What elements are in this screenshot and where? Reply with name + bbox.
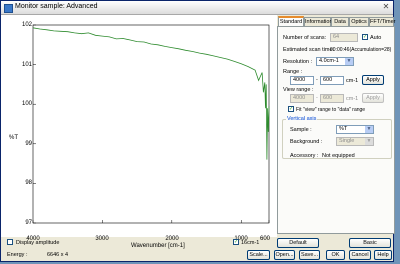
- sample-select[interactable]: %T ▼: [336, 125, 374, 134]
- display-amplitude-checkbox[interactable]: [7, 239, 13, 245]
- estimated-time-label: Estimated scan time:: [283, 47, 335, 53]
- y-axis-label: %T: [9, 135, 18, 141]
- sample-label: Sample :: [290, 127, 312, 133]
- plot-frame: [32, 24, 270, 224]
- chevron-down-icon: ▼: [365, 126, 373, 133]
- view-unit: cm-1: [346, 96, 359, 102]
- spectrum-chart: [32, 24, 270, 224]
- y-tick-label: 100: [21, 101, 32, 107]
- estimated-time-value: 00:00:46(Accumulation=28): [330, 47, 392, 53]
- accessory-label: Accessory :: [290, 153, 319, 159]
- background-label: Background :: [290, 139, 323, 145]
- ok-button[interactable]: OK: [326, 250, 345, 260]
- resolution-check-label: 16cm-1: [241, 240, 260, 246]
- tab-standard[interactable]: Standard: [278, 16, 304, 26]
- app-icon: [4, 4, 13, 13]
- standard-panel: Number of scans: 64 ✓ Auto Estimated sca…: [277, 26, 395, 234]
- spectrum-plot[interactable]: %T Wavenumber [cm-1] 102 101 100 99 98 9…: [1, 15, 277, 249]
- y-tick-label: 98: [25, 180, 32, 186]
- range-from-input[interactable]: 4000: [290, 76, 314, 85]
- y-tick-label: 99: [25, 141, 32, 147]
- help-button[interactable]: Help: [374, 250, 392, 260]
- open-button[interactable]: Open...: [274, 250, 295, 260]
- range-label: Range :: [283, 69, 303, 75]
- background-value: Single: [339, 138, 355, 144]
- background-select[interactable]: Single ▼: [336, 137, 374, 146]
- save-button[interactable]: Save...: [299, 250, 320, 260]
- view-from-input[interactable]: 4000: [290, 94, 314, 103]
- vertical-axis-title: Vertical axis: [286, 116, 318, 122]
- number-of-scans-label: Number of scans:: [283, 35, 327, 41]
- auto-checkbox[interactable]: ✓: [362, 34, 368, 40]
- fit-range-checkbox[interactable]: ✓: [288, 106, 294, 112]
- sample-value: %T: [339, 126, 348, 132]
- view-dash: -: [316, 95, 318, 101]
- resolution-label: Resolution :: [283, 59, 313, 65]
- range-unit: cm-1: [346, 78, 359, 84]
- view-to-input[interactable]: 600: [320, 94, 344, 103]
- accessory-value: Not equipped: [322, 153, 355, 159]
- tab-information[interactable]: Information: [304, 17, 333, 26]
- cancel-button[interactable]: Cancel: [349, 250, 371, 260]
- auto-label: Auto: [370, 35, 382, 41]
- energy-value: 6646 x 4: [47, 252, 69, 258]
- energy-label: Energy :: [7, 252, 28, 258]
- number-of-scans-input[interactable]: 64: [330, 33, 358, 42]
- tab-optics[interactable]: Optics: [349, 17, 369, 26]
- monitor-window: Monitor sample: Advanced ✕ %T Wavenumber…: [0, 0, 395, 263]
- tab-data[interactable]: Data: [331, 17, 349, 26]
- window-title: Monitor sample: Advanced: [15, 3, 98, 10]
- title-bar[interactable]: Monitor sample: Advanced ✕: [1, 1, 393, 15]
- view-range-label: View range :: [283, 87, 314, 93]
- y-tick-label: 101: [21, 62, 32, 68]
- view-apply-button[interactable]: Apply: [362, 93, 384, 103]
- default-button[interactable]: Default: [277, 238, 319, 248]
- tab-fft-timer[interactable]: FFT/Timer: [369, 17, 395, 26]
- resolution-value: 4.0cm-1: [319, 58, 339, 64]
- resolution-checkbox[interactable]: ✓: [233, 239, 239, 245]
- range-apply-button[interactable]: Apply: [362, 75, 384, 85]
- bottom-bar: Display amplitude Energy : 6646 x 4 ✓ 16…: [1, 237, 395, 263]
- y-tick-label: 102: [21, 22, 32, 28]
- range-dash: -: [316, 77, 318, 83]
- chevron-down-icon: ▼: [365, 138, 373, 145]
- display-amplitude-label: Display amplitude: [16, 240, 60, 246]
- basic-button[interactable]: Basic: [349, 238, 391, 248]
- y-tick-label: 97: [25, 220, 32, 226]
- range-to-input[interactable]: 600: [320, 76, 344, 85]
- fit-range-label: Fit "view" range to "data" range: [296, 107, 366, 113]
- scale-button[interactable]: Scale...: [247, 250, 270, 260]
- resolution-select[interactable]: 4.0cm-1 ▼: [316, 57, 354, 66]
- close-icon[interactable]: ✕: [381, 2, 391, 12]
- chevron-down-icon: ▼: [345, 58, 353, 65]
